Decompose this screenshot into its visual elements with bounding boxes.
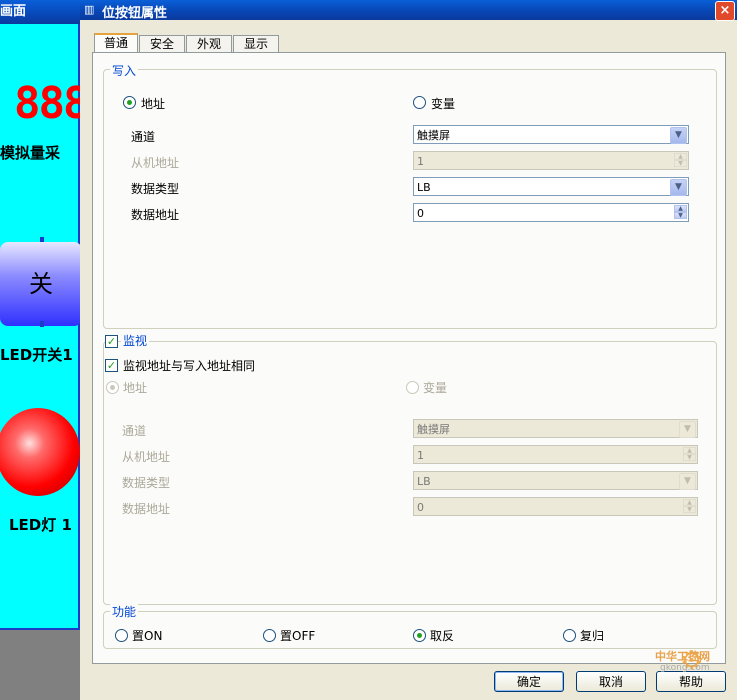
cancel-button[interactable]: 取消	[576, 671, 646, 692]
watermark-url: gkong.com	[660, 663, 710, 673]
monitor-slave-value: 1	[417, 449, 424, 462]
monitor-channel-select: 触摸屏 ▼	[413, 419, 698, 438]
same-address-label: 监视地址与写入地址相同	[123, 359, 256, 373]
spinner-icon: ▲ ▼	[674, 153, 687, 168]
hmi-canvas[interactable]: 888 模拟量采 关 LED开关1 LED灯 1	[0, 24, 89, 630]
monitor-slave-label: 从机地址	[122, 450, 171, 464]
write-channel-select[interactable]: 触摸屏 ▼	[413, 125, 689, 144]
chevron-down-icon[interactable]: ▼	[670, 127, 687, 144]
chevron-down-icon: ▼	[679, 421, 696, 438]
dialog-app-icon: ▥	[84, 3, 95, 16]
monitor-channel-value: 触摸屏	[417, 423, 450, 436]
led-switch-button[interactable]: 关	[0, 242, 82, 326]
func-toggle-label: 取反	[430, 629, 455, 643]
monitor-variable-radio	[406, 381, 419, 394]
write-type-label: 数据类型	[131, 182, 180, 196]
switch-label: LED开关1	[0, 346, 73, 364]
monitor-type-label: 数据类型	[122, 476, 171, 490]
monitor-channel-label: 通道	[122, 424, 147, 438]
bit-button-properties-dialog: ▥ 位按钮属性 × 普通 安全 外观 显示 写入 地址 变量 通道 触摸屏 ▼ …	[80, 0, 737, 700]
write-slave-value: 1	[417, 155, 424, 168]
analog-label: 模拟量采	[0, 144, 61, 162]
monitor-addr-value: 0	[417, 501, 424, 514]
monitor-address-label: 地址	[123, 381, 148, 395]
chevron-down-icon: ▼	[679, 473, 696, 490]
monitor-checkbox[interactable]: ✓	[105, 335, 118, 348]
func-set-on-radio[interactable]	[115, 629, 128, 642]
spinner-icon: ▲ ▼	[683, 447, 696, 462]
monitor-variable-label: 变量	[423, 381, 448, 395]
write-channel-value: 触摸屏	[417, 129, 450, 142]
write-group-legend: 写入	[110, 62, 139, 79]
chevron-down-icon[interactable]: ▼	[670, 179, 687, 196]
monitor-address-radio	[106, 381, 119, 394]
write-slave-field: 1 ▲ ▼	[413, 151, 689, 170]
write-addr-field[interactable]: 0 ▲ ▼	[413, 203, 689, 222]
monitor-group-legend: 监视	[121, 332, 150, 349]
spinner-icon: ▲ ▼	[683, 499, 696, 514]
write-channel-label: 通道	[131, 130, 156, 144]
monitor-addr-field: 0 ▲ ▼	[413, 497, 698, 516]
seven-segment-display[interactable]: 888	[14, 78, 89, 129]
monitor-type-select: LB ▼	[413, 471, 698, 490]
spinner-icon[interactable]: ▲ ▼	[674, 205, 687, 220]
write-group	[103, 69, 717, 329]
function-group	[103, 611, 717, 649]
tab-panel-general: 写入 地址 变量 通道 触摸屏 ▼ 从机地址 1 ▲ ▼ 数据类型 LB ▼ 数据…	[92, 52, 726, 664]
write-addr-label: 数据地址	[131, 208, 180, 222]
func-toggle-radio[interactable]	[413, 629, 426, 642]
tab-appearance[interactable]: 外观	[186, 35, 232, 53]
watermark-text: 中华工控网	[655, 650, 710, 663]
write-addr-value: 0	[417, 207, 424, 220]
monitor-type-value: LB	[417, 475, 431, 488]
monitor-slave-field: 1 ▲ ▼	[413, 445, 698, 464]
same-address-checkbox[interactable]: ✓	[105, 359, 118, 372]
write-slave-label: 从机地址	[131, 156, 180, 170]
func-set-off-radio[interactable]	[263, 629, 276, 642]
close-button[interactable]: ×	[715, 1, 735, 21]
editor-window-titlebar: 画面	[0, 0, 80, 24]
func-reset-radio[interactable]	[563, 629, 576, 642]
function-group-legend: 功能	[110, 603, 139, 620]
func-reset-label: 复归	[580, 629, 605, 643]
func-set-on-label: 置ON	[132, 629, 163, 643]
dialog-titlebar: ▥ 位按钮属性 ×	[80, 0, 737, 21]
dialog-title: 位按钮属性	[102, 6, 168, 21]
switch-handle-bottom[interactable]	[40, 321, 44, 327]
write-type-select[interactable]: LB ▼	[413, 177, 689, 196]
lamp-label: LED灯 1	[9, 516, 72, 534]
func-set-off-label: 置OFF	[280, 629, 316, 643]
write-address-radio[interactable]	[123, 96, 136, 109]
editor-window-title: 画面	[0, 4, 27, 19]
tab-security[interactable]: 安全	[139, 35, 185, 53]
write-type-value: LB	[417, 181, 431, 194]
ok-button[interactable]: 确定	[494, 671, 564, 692]
tab-display[interactable]: 显示	[233, 35, 279, 53]
write-variable-label: 变量	[431, 97, 456, 111]
write-address-label: 地址	[141, 97, 166, 111]
led-lamp[interactable]	[0, 408, 80, 496]
write-variable-radio[interactable]	[413, 96, 426, 109]
monitor-addr-label: 数据地址	[122, 502, 171, 516]
